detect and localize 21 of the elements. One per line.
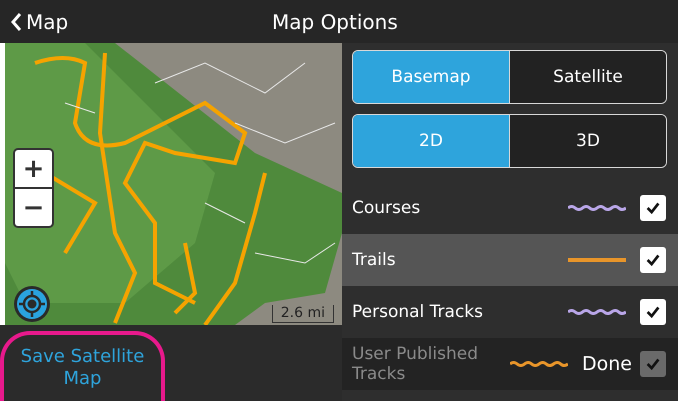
checkbox[interactable] xyxy=(640,195,666,221)
segment-option[interactable]: 3D xyxy=(509,115,666,167)
segment-option[interactable]: Satellite xyxy=(509,51,666,103)
zoom-in-button[interactable]: + xyxy=(15,150,52,187)
scale-bar: 2.6 mi xyxy=(272,305,334,323)
locate-icon[interactable] xyxy=(13,285,51,323)
chevron-left-icon xyxy=(10,12,22,32)
layer-row[interactable]: Trails xyxy=(342,234,678,286)
checkbox[interactable] xyxy=(640,299,666,325)
back-button[interactable]: Map xyxy=(0,10,68,34)
back-label: Map xyxy=(26,10,68,34)
layer-row[interactable]: Personal Tracks xyxy=(342,286,678,338)
screen-title: Map Options xyxy=(272,10,398,34)
layer-label: Personal Tracks xyxy=(352,302,484,322)
layer-label: Trails xyxy=(352,250,397,270)
layer-row[interactable]: Courses xyxy=(342,182,678,234)
zoom-out-button[interactable]: − xyxy=(15,189,52,226)
layer-label: Courses xyxy=(352,198,422,218)
layer-label: User Published Tracks xyxy=(352,344,479,384)
save-map-button[interactable]: Save Satellite Map xyxy=(0,331,165,401)
checkbox[interactable] xyxy=(640,247,666,273)
